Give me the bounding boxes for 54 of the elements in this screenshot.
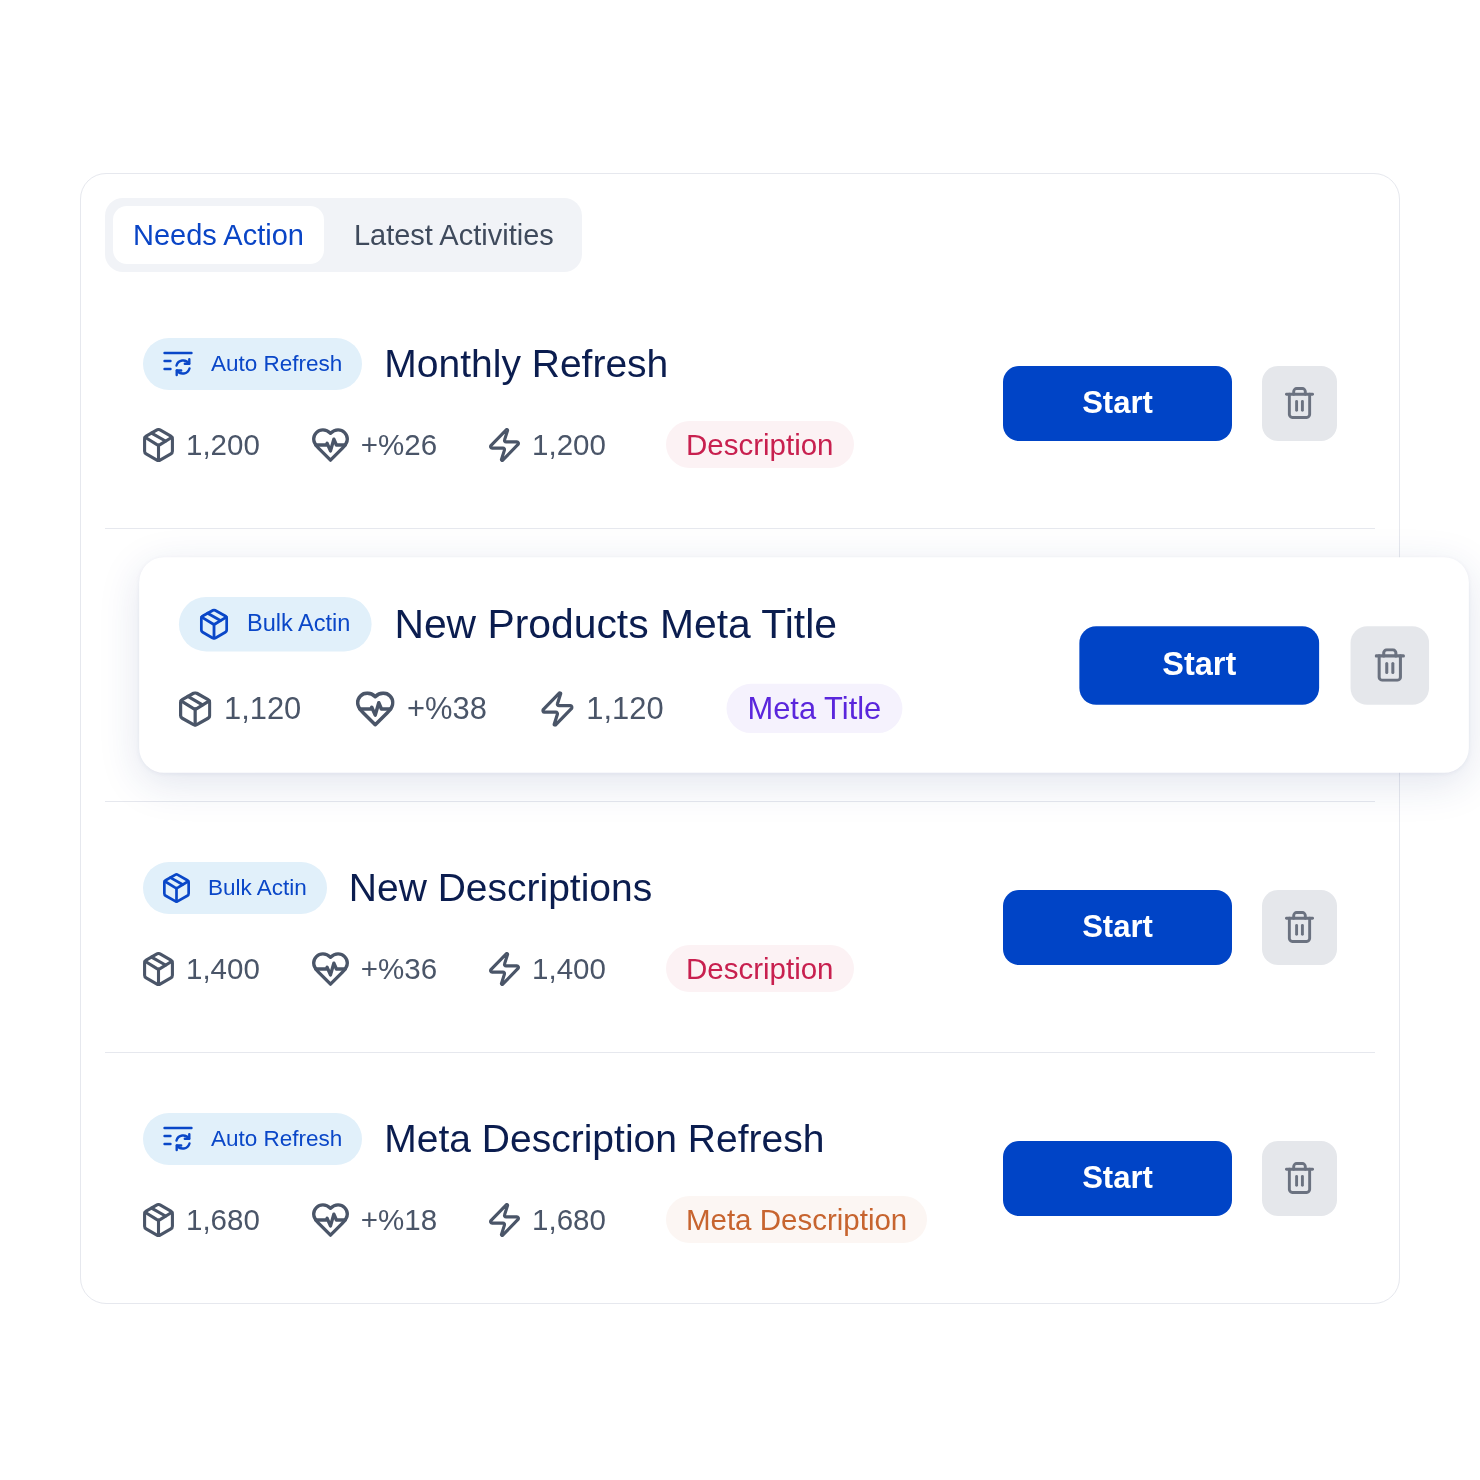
lightning-icon [489,427,521,462]
tab[interactable]: Latest Activities [333,206,574,264]
list-refresh-icon [163,1126,193,1152]
package-icon [143,1202,174,1237]
task-type-label: Bulk Actin [247,610,351,638]
stat-value: 1,200 [186,427,260,462]
stat-value: +%38 [407,690,487,727]
task-title: New Products Meta Title [394,601,837,648]
lightning-icon [541,690,574,727]
start-button[interactable]: Start [1003,365,1232,441]
delete-button[interactable] [1262,889,1337,965]
field-tag: Meta Description [665,1196,928,1243]
stat-value: 1,400 [186,951,260,986]
trash-icon [1374,648,1405,682]
heart-pulse-icon [311,427,349,462]
package-icon [199,608,229,640]
heart-pulse-icon [355,690,395,727]
lightning-icon [489,951,521,986]
field-tag: Description [665,421,854,468]
trash-icon [1285,387,1314,419]
stat-value: 1,680 [186,1202,260,1237]
stat-value: +%26 [360,427,438,462]
task-title: Monthly Refresh [384,342,669,386]
stat-value: 1,400 [532,951,606,986]
stat-value: 1,120 [586,690,664,727]
stat-value: 1,120 [223,690,302,727]
stat-value: +%36 [360,951,438,986]
task-title: Meta Description Refresh [384,1117,825,1161]
start-button[interactable]: Start [1003,889,1232,965]
field-tag: Meta Title [726,683,903,734]
start-button[interactable]: Start [1003,1140,1232,1216]
package-icon [178,690,212,727]
start-button[interactable]: Start [1079,625,1320,705]
stat-value: 1,680 [532,1202,606,1237]
trash-icon [1285,911,1314,943]
field-tag: Description [665,945,854,992]
task-type-label: Auto Refresh [211,1126,343,1152]
list-refresh-icon [163,351,193,377]
heart-pulse-icon [311,1202,349,1237]
lightning-icon [489,1202,521,1237]
task-type-label: Bulk Actin [208,875,307,901]
delete-button[interactable] [1262,1140,1337,1216]
package-icon [163,873,190,903]
stat-value: +%18 [360,1202,438,1237]
delete-button[interactable] [1262,365,1337,441]
stat-value: 1,200 [532,427,606,462]
package-icon [143,427,174,462]
trash-icon [1285,1162,1314,1194]
package-icon [143,951,174,986]
heart-pulse-icon [311,951,349,986]
task-type-label: Auto Refresh [211,351,343,377]
tab[interactable]: Needs Action [113,206,324,264]
delete-button[interactable] [1350,625,1430,705]
task-title: New Descriptions [348,866,653,910]
